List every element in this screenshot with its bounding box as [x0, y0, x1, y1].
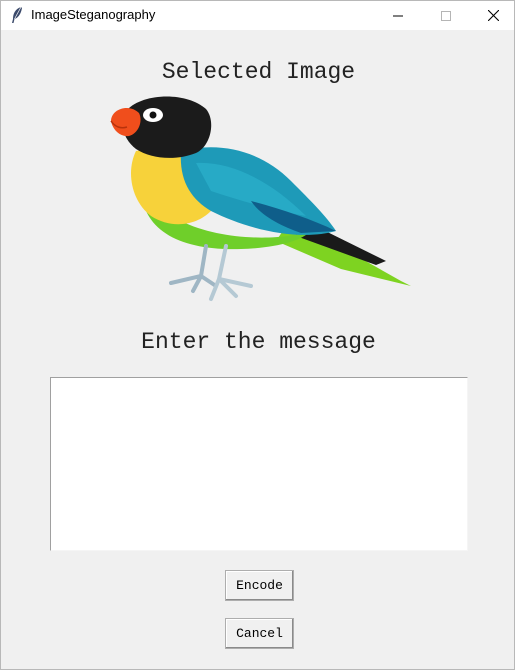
maximize-icon — [441, 10, 451, 21]
close-button[interactable] — [470, 1, 515, 30]
window-title: ImageSteganography — [31, 7, 156, 22]
message-textbox[interactable] — [50, 377, 468, 551]
feather-icon — [10, 6, 24, 24]
selected-image-heading: Selected Image — [161, 59, 356, 85]
parrot-image — [101, 91, 421, 306]
title-bar[interactable]: ImageSteganography — [1, 1, 514, 30]
app-window: ImageSteganography Selected Image Enter … — [0, 0, 515, 670]
minimize-button[interactable] — [375, 1, 421, 30]
message-heading: Enter the message — [141, 329, 376, 355]
minimize-icon — [393, 11, 403, 21]
close-icon — [487, 10, 499, 21]
maximize-button[interactable] — [423, 1, 469, 30]
cancel-button[interactable]: Cancel — [225, 618, 294, 649]
encode-button[interactable]: Encode — [225, 570, 294, 601]
